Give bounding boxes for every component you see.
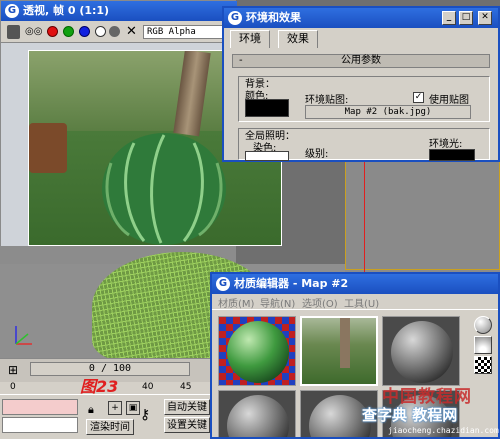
copy-icon[interactable]: ◎◎	[25, 25, 42, 39]
background-color-swatch[interactable]	[245, 99, 289, 117]
alpha-channel-icon[interactable]	[109, 26, 120, 37]
tab-environment[interactable]: 环境	[230, 30, 270, 48]
material-editor-menubar: 材质(M) 导航(N) 选项(O) 工具(U)	[212, 294, 498, 310]
env-map-button[interactable]: Map #2 (bak.jpg)	[305, 105, 471, 119]
menu-navigation[interactable]: 导航(N)	[260, 295, 295, 310]
lock-icon[interactable]: 🔒︎	[88, 403, 94, 417]
material-sphere	[227, 395, 289, 437]
minimize-icon[interactable]: _	[442, 11, 456, 25]
ruler-mark: 45	[180, 382, 192, 392]
rollout-collapse-icon: -	[239, 55, 243, 66]
common-params-rollout[interactable]: - 公用参数	[232, 54, 490, 68]
level-label: 级别:	[305, 149, 329, 160]
close-icon[interactable]: ✕	[478, 11, 492, 25]
set-key-label: 设置关键	[167, 420, 207, 431]
green-channel-icon[interactable]	[63, 26, 74, 37]
axis-gizmo-icon	[15, 326, 32, 345]
use-map-checkbox[interactable]: ✓	[413, 92, 424, 103]
env-dialog-titlebar[interactable]: G 环境和效果 _ □ ✕	[224, 8, 498, 28]
site-watermark: 中国教程网 查字典 教程网 jiaocheng.chazidian.com	[352, 382, 500, 439]
sample-type-icon[interactable]	[474, 316, 492, 334]
material-slot-2-active[interactable]	[300, 316, 378, 386]
maximize-icon[interactable]: □	[459, 11, 473, 25]
clear-icon[interactable]: ✕	[126, 25, 137, 39]
timeline-config-icon[interactable]: ⊞	[8, 363, 18, 377]
app-logo-icon: G	[216, 277, 230, 291]
material-editor-title: 材质编辑器 - Map #2	[234, 277, 349, 290]
render-time-label: 渲染时间	[90, 422, 130, 433]
rollout-title: 公用参数	[341, 55, 381, 66]
global-lighting-group: 全局照明： 染色: 级别: 环境光:	[238, 128, 490, 161]
app-logo-icon: G	[5, 4, 19, 18]
background-checker-icon[interactable]	[474, 356, 492, 374]
absolute-mode-icon[interactable]: ▣	[126, 401, 140, 415]
background-group: 背景： 颜色: 环境贴图: ✓ 使用贴图 Map #2 (bak.jpg)	[238, 76, 490, 122]
cactus-material-sphere	[227, 321, 289, 383]
auto-key-button[interactable]: 自动关键	[164, 399, 210, 415]
ambient-label: 环境光:	[429, 139, 463, 150]
save-icon[interactable]	[7, 25, 20, 39]
ruler-mark: 40	[142, 382, 154, 392]
material-editor-titlebar[interactable]: G 材质编辑器 - Map #2	[212, 274, 498, 294]
watermark-url: jiaocheng.chazidian.com	[388, 426, 499, 435]
blue-channel-icon[interactable]	[79, 26, 90, 37]
render-time-button[interactable]: 渲染时间	[86, 419, 134, 435]
ambient-color-swatch[interactable]	[429, 149, 475, 161]
key-icon[interactable]: ⚷	[140, 407, 150, 423]
menu-utilities[interactable]: 工具(U)	[344, 295, 379, 310]
env-map-label: 环境贴图:	[305, 95, 349, 106]
ruler-mark: 0	[10, 382, 16, 392]
flower-pot	[29, 123, 67, 173]
channel-select-value: RGB Alpha	[147, 27, 196, 37]
render-toolbar: ◎◎ ✕ RGB Alpha	[1, 21, 237, 43]
material-slot-3[interactable]	[382, 316, 460, 386]
slot-preview-trunk	[340, 318, 350, 368]
mono-channel-icon[interactable]	[95, 26, 106, 37]
red-channel-icon[interactable]	[47, 26, 58, 37]
set-key-button[interactable]: 设置关键	[164, 417, 210, 433]
menu-options[interactable]: 选项(O)	[302, 295, 338, 310]
auto-key-label: 自动关键	[167, 402, 207, 413]
material-slot-1[interactable]	[218, 316, 296, 386]
render-window-titlebar[interactable]: G 透视, 帧 0 (1:1)	[1, 1, 237, 21]
env-dialog-title: 环境和效果	[246, 11, 301, 24]
right-viewport-top[interactable]	[345, 160, 500, 270]
maxscript-listener-white[interactable]	[2, 417, 78, 433]
environment-effects-dialog: G 环境和效果 _ □ ✕ 环境 效果 - 公用参数 背景： 颜色: 环境贴图:…	[222, 6, 500, 162]
watermark-sub: 查字典 教程网	[362, 406, 458, 424]
tab-effects[interactable]: 效果	[278, 30, 318, 48]
tab-effects-label: 效果	[287, 32, 309, 45]
app-logo-icon: G	[228, 11, 242, 25]
material-slot-4[interactable]	[218, 390, 296, 437]
cactus-render	[102, 133, 226, 245]
tint-color-swatch[interactable]	[245, 151, 289, 161]
render-window-title: 透视, 帧 0 (1:1)	[23, 4, 110, 17]
selection-lock-icon[interactable]: +	[108, 401, 122, 415]
env-map-button-label: Map #2 (bak.jpg)	[344, 107, 432, 117]
material-sphere	[391, 321, 453, 383]
use-map-label: 使用贴图	[429, 95, 469, 106]
backlight-icon[interactable]	[474, 336, 492, 354]
menu-material[interactable]: 材质(M)	[218, 295, 254, 310]
tab-environment-label: 环境	[239, 32, 261, 45]
maxscript-listener-pink[interactable]	[2, 399, 78, 415]
channel-select[interactable]: RGB Alpha	[143, 25, 229, 39]
